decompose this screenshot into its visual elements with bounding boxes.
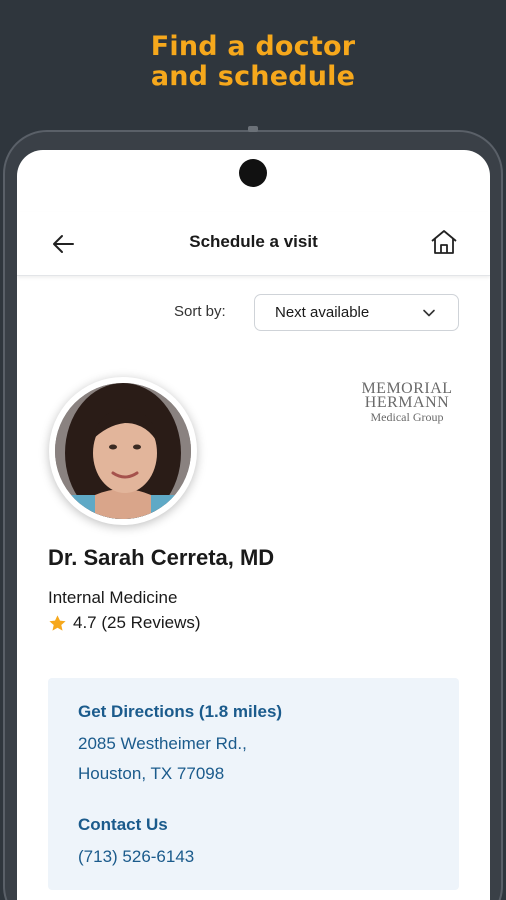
address-line-2[interactable]: Houston, TX 77098 <box>78 764 224 784</box>
home-icon <box>431 230 457 254</box>
get-directions-link[interactable]: Get Directions (1.8 miles) <box>78 702 282 722</box>
sort-selected-value: Next available <box>275 304 370 321</box>
sort-dropdown[interactable]: Next available <box>254 294 459 331</box>
doctor-photo <box>55 383 191 519</box>
memorial-hermann-logo: MEMORIAL HERMANN Medical Group <box>357 381 457 425</box>
phone-speaker <box>248 126 258 132</box>
promo-headline: Find a doctor and schedule <box>0 32 506 92</box>
phone-number-link[interactable]: (713) 526-6143 <box>78 847 194 867</box>
promo-line-2: and schedule <box>150 61 356 92</box>
app-bar: Schedule a visit <box>17 212 490 276</box>
contact-us-label: Contact Us <box>78 815 168 834</box>
address-line-1[interactable]: 2085 Westheimer Rd., <box>78 734 247 754</box>
home-button[interactable] <box>428 226 460 258</box>
star-icon <box>49 614 66 631</box>
chevron-down-icon <box>423 309 435 317</box>
location-card: Get Directions (1.8 miles) 2085 Westheim… <box>48 678 459 890</box>
logo-line-3: Medical Group <box>370 410 444 424</box>
logo-line-2: HERMANN <box>364 394 450 411</box>
sort-label: Sort by: <box>174 303 226 320</box>
doctor-name: Dr. Sarah Cerreta, MD <box>48 545 275 570</box>
promo-line-1: Find a doctor <box>150 31 356 62</box>
doctor-specialty: Internal Medicine <box>48 588 178 607</box>
doctor-rating: 4.7 (25 Reviews) <box>48 613 201 633</box>
doctor-avatar <box>49 377 197 525</box>
front-camera <box>239 159 267 187</box>
rating-text: 4.7 (25 Reviews) <box>73 613 201 632</box>
page-title: Schedule a visit <box>189 232 318 251</box>
app-screen: Schedule a visit Sort by: Next available <box>17 150 490 900</box>
